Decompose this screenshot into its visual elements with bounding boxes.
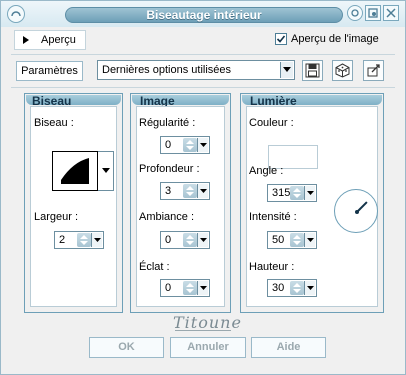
smoothness-label: Régularité :: [139, 117, 196, 129]
bevel-shape-label: Biseau :: [34, 117, 74, 129]
intensity-spinner[interactable]: 50: [267, 231, 317, 249]
color-label: Couleur :: [249, 117, 294, 129]
width-label: Largeur :: [34, 211, 79, 223]
chevron-down-icon[interactable]: [304, 281, 315, 295]
chevron-down-icon[interactable]: [304, 233, 315, 247]
spin-arrows-icon[interactable]: [290, 281, 304, 295]
save-preset-button[interactable]: [302, 60, 323, 81]
spin-arrows-icon[interactable]: [183, 184, 197, 198]
ok-button[interactable]: OK: [89, 337, 164, 358]
cancel-button[interactable]: Annuler: [170, 337, 246, 358]
spin-arrows-icon[interactable]: [183, 138, 197, 152]
preview-checkbox-label: Aperçu de l'image: [291, 33, 379, 45]
angle-value: 315: [272, 187, 291, 199]
random-button[interactable]: [332, 60, 353, 81]
signature-underline: [175, 330, 231, 331]
window-title: Biseautage intérieur: [65, 7, 343, 23]
angle-label: Angle :: [249, 165, 284, 177]
angle-dial[interactable]: [334, 189, 378, 233]
chevron-down-icon[interactable]: [304, 186, 315, 200]
divider: [11, 87, 395, 88]
bevel-shape-dropdown[interactable]: [98, 151, 114, 191]
preset-dropdown[interactable]: Dernières options utilisées: [97, 60, 295, 80]
question-icon: [351, 9, 359, 17]
image-group: Image Régularité : 0 Profondeur : 3 Ambi…: [130, 93, 231, 313]
chevron-down-icon[interactable]: [197, 138, 208, 152]
angle-spinner[interactable]: 315: [267, 184, 317, 202]
manage-presets-button[interactable]: [363, 60, 384, 81]
width-value: 2: [59, 234, 66, 246]
window-menu-icon: [11, 11, 21, 17]
light-group: Lumière Couleur : Angle : 315 Intensité …: [240, 93, 384, 313]
angle-needle-icon: [355, 201, 368, 214]
chevron-down-icon[interactable]: [197, 281, 208, 295]
smoothness-spinner[interactable]: 0: [160, 136, 210, 154]
preset-value: Dernières options utilisées: [102, 64, 232, 76]
check-icon: [276, 35, 286, 43]
intensity-value: 50: [272, 234, 285, 246]
intensity-label: Intensité :: [249, 211, 297, 223]
dice-icon: [335, 63, 350, 78]
depth-spinner[interactable]: 3: [160, 182, 210, 200]
expand-arrow-icon: [23, 36, 29, 44]
chevron-down-icon[interactable]: [197, 233, 208, 247]
ambience-label: Ambiance :: [139, 211, 195, 223]
angle-needle: [356, 201, 368, 213]
bevel-shape-picker[interactable]: [52, 151, 98, 191]
spin-arrows-icon[interactable]: [77, 233, 91, 247]
width-spinner[interactable]: 2: [54, 231, 104, 249]
depth-value: 3: [165, 185, 172, 197]
spin-arrows-icon[interactable]: [183, 281, 197, 295]
ambience-value: 0: [165, 234, 172, 246]
chevron-down-icon[interactable]: [91, 233, 102, 247]
preview-checkbox[interactable]: [275, 33, 287, 45]
dialog-menu-button[interactable]: [7, 5, 25, 23]
restore-button[interactable]: [365, 5, 381, 21]
shine-label: Éclat :: [139, 261, 170, 273]
preset-manage-icon: [367, 64, 380, 77]
dialog-window: Biseautage intérieur Aperçu Aperçu de l'…: [0, 0, 406, 375]
floppy-disk-icon: [305, 63, 320, 78]
shine-spinner[interactable]: 0: [160, 279, 210, 297]
preview-toggle-label: Aperçu: [41, 34, 76, 46]
divider: [11, 54, 395, 55]
spin-arrows-icon[interactable]: [290, 186, 304, 200]
bevel-shape-icon: [61, 158, 89, 184]
preview-toggle[interactable]: Aperçu: [14, 30, 86, 50]
title-bar[interactable]: Biseautage intérieur: [1, 1, 405, 27]
chevron-down-icon[interactable]: [280, 62, 293, 78]
smoothness-value: 0: [165, 139, 172, 151]
ambience-spinner[interactable]: 0: [160, 231, 210, 249]
bevel-group: Biseau Biseau : Largeur : 2: [24, 93, 123, 313]
depth-label: Profondeur :: [139, 163, 200, 175]
restore-icon: [368, 8, 378, 18]
close-icon: [386, 8, 396, 18]
help-button[interactable]: Aide: [251, 337, 326, 358]
shine-value: 0: [165, 282, 172, 294]
help-title-button[interactable]: [347, 5, 363, 21]
height-spinner[interactable]: 30: [267, 279, 317, 297]
close-button[interactable]: [383, 5, 399, 21]
spin-arrows-icon[interactable]: [290, 233, 304, 247]
chevron-down-icon[interactable]: [197, 184, 208, 198]
height-label: Hauteur :: [249, 261, 295, 273]
spin-arrows-icon[interactable]: [183, 233, 197, 247]
chevron-down-icon: [102, 168, 110, 173]
height-value: 30: [272, 282, 285, 294]
settings-label: Paramètres: [16, 61, 83, 81]
